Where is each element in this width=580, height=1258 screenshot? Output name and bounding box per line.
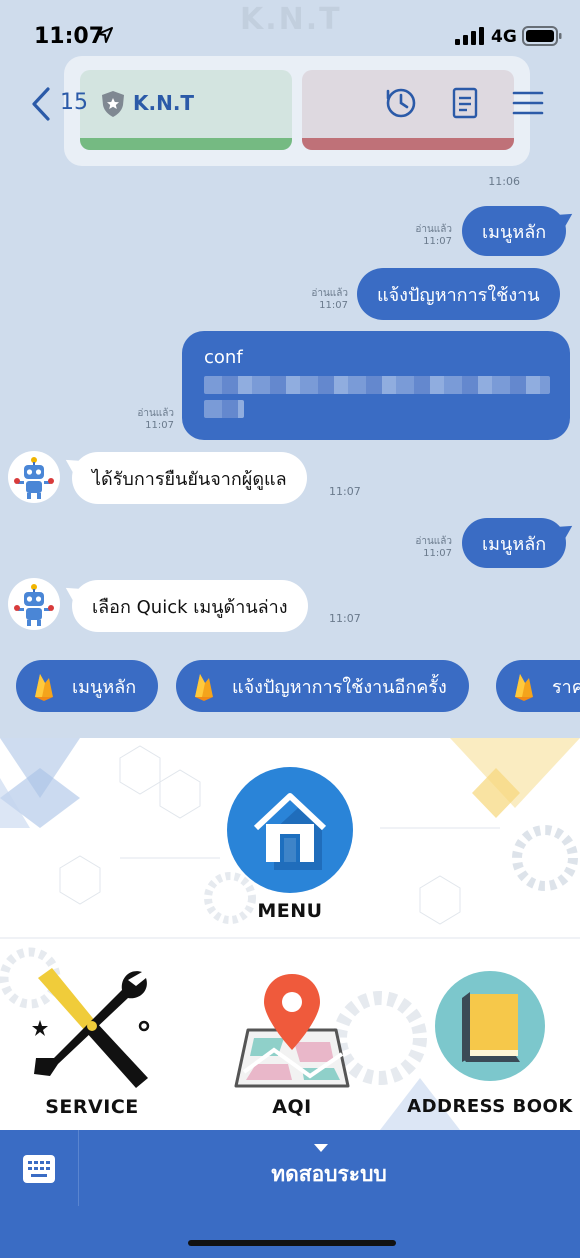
back-unread-count[interactable]: 15 xyxy=(60,90,88,115)
message-bubble-left[interactable]: ได้รับการยืนยันจากผู้ดูแล xyxy=(72,452,307,504)
service-label: SERVICE xyxy=(45,1096,139,1118)
hamburger-menu-icon[interactable] xyxy=(511,86,545,120)
rich-menu-home-button[interactable] xyxy=(226,766,354,894)
message-time: 11:07 xyxy=(329,612,361,625)
message-text: ได้รับการยืนยันจากผู้ดูแล xyxy=(92,468,287,490)
book-icon xyxy=(435,971,545,1081)
message-bubble-right[interactable]: เมนูหลัก xyxy=(462,518,567,568)
message-bubble-right[interactable]: เมนูหลัก xyxy=(462,206,567,256)
read-label: อ่านแล้ว xyxy=(311,288,348,299)
chat-title: K.N.T xyxy=(133,91,195,115)
quick-reply-main-menu[interactable]: เมนูหลัก xyxy=(16,660,159,712)
message-text: conf xyxy=(204,347,243,368)
location-arrow-icon xyxy=(97,27,113,43)
message-bubble-left[interactable]: เลือก Quick เมนูด้านล่าง xyxy=(72,580,308,632)
message-text: เมนูหลัก xyxy=(482,221,547,243)
message-time: 11:07 xyxy=(423,236,452,247)
flame-icon xyxy=(515,674,533,701)
robot-icon xyxy=(14,584,54,626)
redacted-text-line xyxy=(204,400,244,418)
redacted-text-line xyxy=(204,376,550,394)
quick-reply-label: ราค xyxy=(552,676,580,698)
message-text: แจ้งปัญหาการใช้งาน xyxy=(377,284,540,306)
network-type: 4G xyxy=(491,27,517,47)
read-label: อ่านแล้ว xyxy=(137,408,174,419)
read-label: อ่านแล้ว xyxy=(415,536,452,547)
quick-reply-report-again[interactable]: แจ้งปัญหาการใช้งานอีกครั้ง xyxy=(176,660,469,712)
rich-menu-address-book-button[interactable] xyxy=(434,970,546,1082)
flame-icon xyxy=(195,674,213,701)
home-icon xyxy=(227,767,353,893)
bot-avatar[interactable] xyxy=(8,578,60,630)
message-read-status: อ่านแล้ว 11:07 xyxy=(400,224,452,248)
caret-down-icon[interactable] xyxy=(314,1144,328,1152)
bot-avatar[interactable] xyxy=(8,451,60,503)
history-clock-icon[interactable] xyxy=(384,86,418,120)
chat-area[interactable]: K.N.T 11:06 11:07 4G 15 K.N.T อ่านแล้ว 1… xyxy=(0,0,580,738)
message-text: เลือก Quick เมนูด้านล่าง xyxy=(92,596,288,618)
rich-menu: MENU SERVICE AQI ADDRESS BOOK xyxy=(0,738,580,1130)
message-time: 11:07 xyxy=(319,300,348,311)
chat-header: 15 K.N.T xyxy=(0,72,580,136)
signal-bars-icon xyxy=(455,27,484,45)
message-read-status: อ่านแล้ว 11:07 xyxy=(120,408,174,432)
quick-reply-label: เมนูหลัก xyxy=(72,676,137,698)
rich-menu-aqi-button[interactable] xyxy=(234,972,350,1090)
address-book-label: ADDRESS BOOK xyxy=(407,1096,573,1117)
read-label: อ่านแล้ว xyxy=(415,224,452,235)
rich-menu-bar: ทดสอบระบบ xyxy=(0,1130,580,1258)
rich-menu-toggle-label[interactable]: ทดสอบระบบ xyxy=(78,1158,580,1191)
rich-menu-service-button[interactable] xyxy=(24,966,160,1094)
quick-reply-label: แจ้งปัญหาการใช้งานอีกครั้ง xyxy=(232,676,447,698)
message-read-status: อ่านแล้ว 11:07 xyxy=(400,536,452,560)
message-time: 11:07 xyxy=(423,548,452,559)
message-bubble-right-redacted[interactable]: conf xyxy=(182,331,570,440)
home-indicator[interactable] xyxy=(188,1240,396,1246)
message-text: เมนูหลัก xyxy=(482,533,547,555)
status-time: 11:07 xyxy=(34,24,105,49)
robot-icon xyxy=(14,457,54,499)
battery-icon xyxy=(522,26,562,46)
verified-shield-icon xyxy=(102,91,124,117)
message-bubble-right[interactable]: แจ้งปัญหาการใช้งาน xyxy=(357,268,560,320)
flame-icon xyxy=(35,674,53,701)
tools-wrench-screwdriver-icon xyxy=(32,968,150,1088)
menu-label: MENU xyxy=(257,900,323,922)
card-timestamp: 11:06 xyxy=(488,175,520,188)
status-bar: 11:07 4G xyxy=(0,0,580,72)
aqi-label: AQI xyxy=(272,1096,312,1118)
message-read-status: อ่านแล้ว 11:07 xyxy=(296,288,348,312)
back-chevron-icon[interactable] xyxy=(30,86,52,122)
map-pin-icon xyxy=(234,974,350,1088)
message-time: 11:07 xyxy=(145,420,174,431)
message-time: 11:07 xyxy=(329,485,361,498)
keyboard-icon[interactable] xyxy=(22,1154,56,1184)
quick-reply-price[interactable]: ราค xyxy=(496,660,580,712)
notes-icon[interactable] xyxy=(448,86,482,120)
